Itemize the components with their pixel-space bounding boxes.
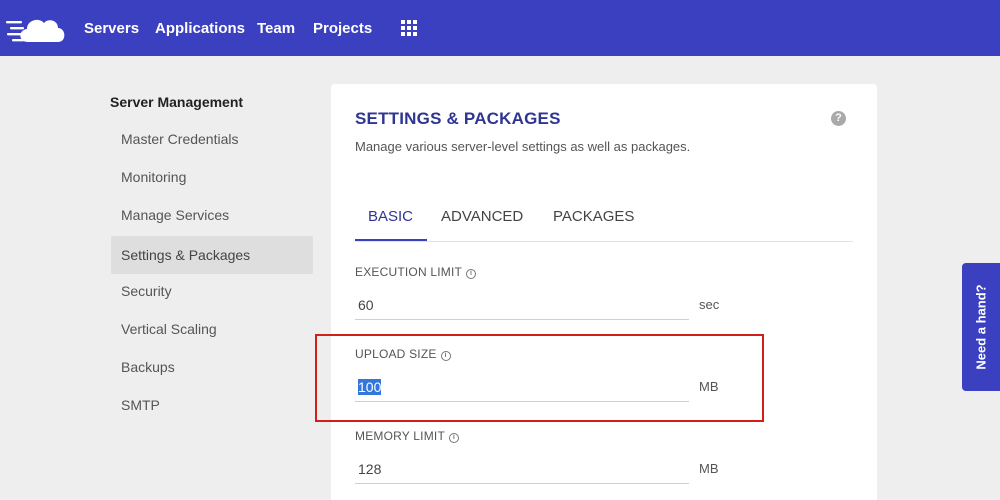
execution-limit-label: EXECUTION LIMIT i: [355, 265, 477, 279]
execution-limit-input[interactable]: [355, 290, 689, 320]
sidebar-heading: Server Management: [110, 94, 244, 110]
active-tab-indicator: [355, 239, 427, 241]
info-icon[interactable]: i: [466, 269, 477, 279]
nav-team[interactable]: Team: [257, 20, 295, 37]
need-a-hand-button[interactable]: Need a hand?: [962, 263, 1000, 391]
page-subtitle: Manage various server-level settings as …: [355, 139, 691, 154]
sidebar-item-backups[interactable]: Backups: [111, 348, 313, 386]
nav-servers[interactable]: Servers: [84, 20, 139, 37]
sidebar-item-manage-services[interactable]: Manage Services: [111, 196, 313, 234]
sidebar-item-master-credentials[interactable]: Master Credentials: [111, 120, 313, 158]
question-icon[interactable]: ?: [831, 111, 846, 126]
memory-limit-unit: MB: [699, 461, 719, 476]
need-a-hand-label: Need a hand?: [973, 284, 989, 370]
settings-panel: SETTINGS & PACKAGES Manage various serve…: [331, 84, 877, 500]
memory-limit-label-text: MEMORY LIMIT: [355, 429, 445, 443]
memory-limit-input[interactable]: [355, 454, 689, 484]
sidebar-item-vertical-scaling[interactable]: Vertical Scaling: [111, 310, 313, 348]
tabs-divider: [355, 241, 853, 242]
sidebar-item-security[interactable]: Security: [111, 272, 313, 310]
cloud-logo-icon[interactable]: [6, 12, 68, 44]
memory-limit-label: MEMORY LIMIT i: [355, 429, 459, 443]
info-icon[interactable]: i: [448, 433, 459, 443]
tab-packages[interactable]: PACKAGES: [553, 208, 634, 225]
page-title: SETTINGS & PACKAGES: [355, 109, 561, 128]
nav-applications[interactable]: Applications: [155, 20, 245, 37]
grid-icon[interactable]: [400, 19, 418, 37]
highlight-box: [315, 334, 764, 422]
nav-projects[interactable]: Projects: [313, 20, 372, 37]
execution-limit-unit: sec: [699, 297, 720, 312]
tab-basic[interactable]: BASIC: [368, 208, 413, 225]
sidebar-item-settings-packages[interactable]: Settings & Packages: [111, 236, 313, 274]
sidebar-item-smtp[interactable]: SMTP: [111, 386, 313, 424]
sidebar-item-monitoring[interactable]: Monitoring: [111, 158, 313, 196]
execution-limit-label-text: EXECUTION LIMIT: [355, 265, 463, 279]
top-navigation-bar: Servers Applications Team Projects: [0, 0, 1000, 56]
tab-advanced[interactable]: ADVANCED: [441, 208, 523, 225]
